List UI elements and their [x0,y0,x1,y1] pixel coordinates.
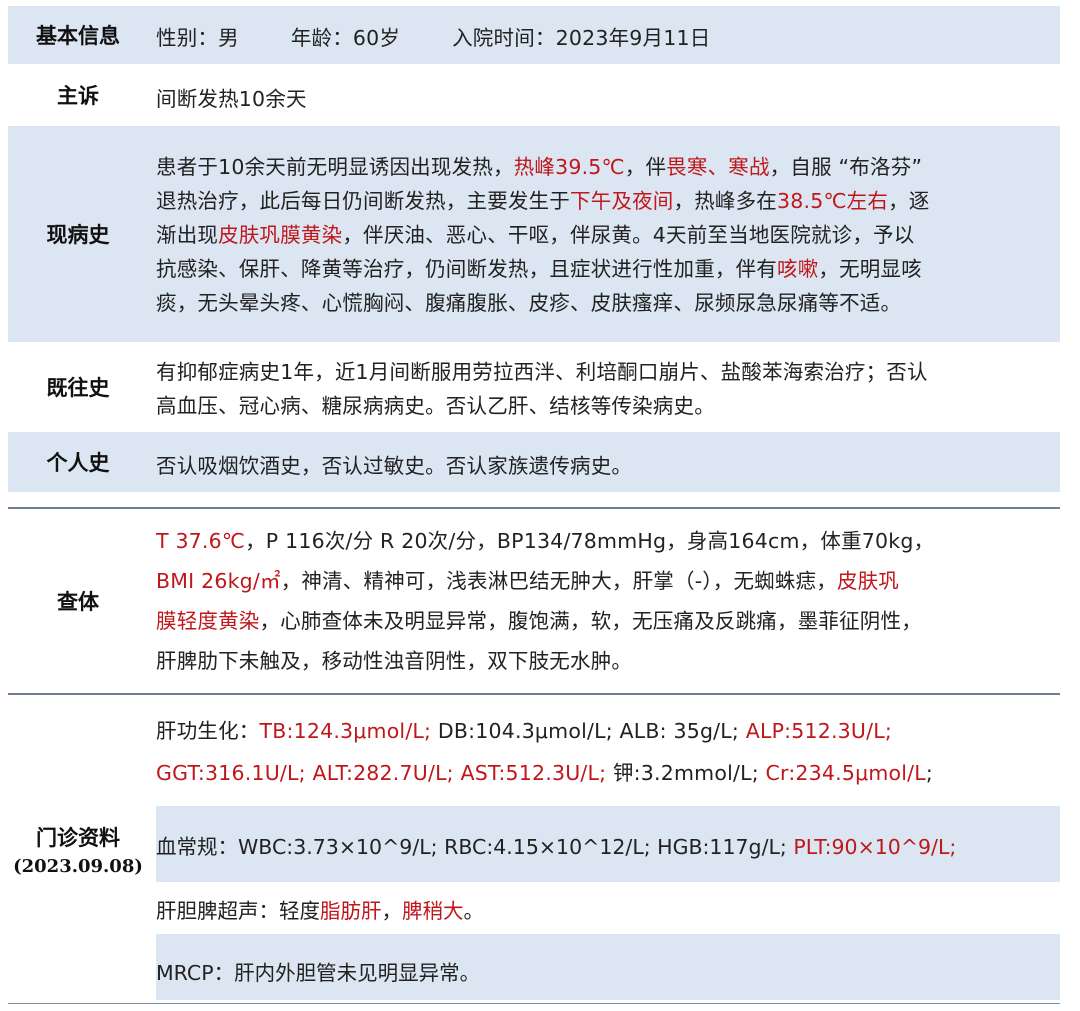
basic-info-row: 基本信息 性别：男 年龄：60岁 入院时间：2023年9月11日 [8,6,1060,64]
exam-line-4: 肝脾肋下未触及，移动性浊音阴性，双下肢无水肿。 [156,649,633,673]
basic-info-label: 基本信息 [36,24,120,48]
liver-line-1: 肝功生化：TB:124.3μmol/L; DB:104.3μmol/L; ALB… [156,719,892,743]
mrcp-block: MRCP：肝内外胆管未见明显异常。 [156,934,1060,1000]
liver-line-2: GGT:316.1U/L; ALT:282.7U/L; AST:512.3U/L… [156,761,933,785]
personal-history-label: 个人史 [46,451,110,475]
gender-text: 性别：男 [156,26,239,50]
chief-complaint-text: 间断发热10余天 [156,87,307,111]
past-history-content: 有抑郁症病史1年，近1月间断服用劳拉西泮、利培酮口崩片、盐酸苯海索治疗；否认 高… [156,355,1054,423]
physical-exam-label: 查体 [57,590,99,614]
ultrasound-line: 肝胆脾超声：轻度脂肪肝，脾稍大。 [156,899,484,923]
present-line-4: 抗感染、保肝、降黄等治疗，仍间断发热，且症状进行性加重，伴有咳嗽，无明显咳 [156,257,922,281]
present-line-1: 患者于10余天前无明显诱因出现发热，热峰39.5℃，伴畏寒、寒战，自服 “布洛芬… [156,155,923,179]
liver-function-block: 肝功生化：TB:124.3μmol/L; DB:104.3μmol/L; ALB… [156,710,1060,794]
present-illness-row: 现病史 患者于10余天前无明显诱因出现发热，热峰39.5℃，伴畏寒、寒战，自服 … [8,126,1060,342]
physical-exam-content: T 37.6℃，P 116次/分 R 20次/分，BP134/78mmHg，身高… [156,521,1054,681]
past-history-label: 既往史 [46,376,110,400]
outpatient-date: (2023.09.08) [13,855,143,877]
blood-routine-block: 血常规：WBC:3.73×10^9/L; RBC:4.15×10^12/L; H… [156,806,1060,882]
exam-line-2: BMI 26kg/㎡，神清、精神可，浅表淋巴结无肿大，肝掌（-），无蜘蛛痣，皮肤… [156,569,900,593]
ultrasound-block: 肝胆脾超声：轻度脂肪肝，脾稍大。 [156,882,1060,932]
chief-complaint-label: 主诉 [57,84,99,108]
personal-history-text: 否认吸烟饮酒史，否认过敏史。否认家族遗传病史。 [156,454,633,478]
divider-after-exam [8,693,1060,695]
present-line-2: 退热治疗，此后每日仍间断发热，主要发生于下午及夜间，热峰多在38.5℃左右，逐 [156,189,930,213]
blood-routine-line: 血常规：WBC:3.73×10^9/L; RBC:4.15×10^12/L; H… [156,835,957,859]
past-history-row: 既往史 有抑郁症病史1年，近1月间断服用劳拉西泮、利培酮口崩片、盐酸苯海索治疗；… [8,344,1060,430]
past-line-2: 高血压、冠心病、糖尿病病史。否认乙肝、结核等传染病史。 [156,394,715,418]
personal-history-row: 个人史 否认吸烟饮酒史，否认过敏史。否认家族遗传病史。 [8,432,1060,492]
physical-exam-row: 查体 T 37.6℃，P 116次/分 R 20次/分，BP134/78mmHg… [8,509,1060,693]
bottom-rule [8,1003,1060,1004]
past-line-1: 有抑郁症病史1年，近1月间断服用劳拉西泮、利培酮口崩片、盐酸苯海索治疗；否认 [156,360,928,384]
exam-line-3: 膜轻度黄染，心肺查体未及明显异常，腹饱满，软，无压痛及反跳痛，墨菲征阴性， [156,609,922,633]
exam-line-1: T 37.6℃，P 116次/分 R 20次/分，BP134/78mmHg，身高… [156,529,935,553]
mrcp-line: MRCP：肝内外胆管未见明显异常。 [156,961,481,985]
chief-complaint-row: 主诉 间断发热10余天 [8,66,1060,124]
age-text: 年龄：60岁 [290,26,401,50]
present-illness-content: 患者于10余天前无明显诱因出现发热，热峰39.5℃，伴畏寒、寒战，自服 “布洛芬… [156,150,1054,320]
present-line-3: 渐出现皮肤巩膜黄染，伴厌油、恶心、干呕，伴尿黄。4天前至当地医院就诊，予以 [156,223,915,247]
outpatient-title: 门诊资料 [36,825,120,850]
admit-date-text: 入院时间：2023年9月11日 [452,26,711,50]
present-line-5: 痰，无头晕头疼、心慌胸闷、腹痛腹胀、皮疹、皮肤瘙痒、尿频尿急尿痛等不适。 [156,291,902,315]
outpatient-row: 门诊资料 (2023.09.08) 肝功生化：TB:124.3μmol/L; D… [8,696,1060,1002]
outpatient-label: 门诊资料 (2023.09.08) [8,696,148,1002]
present-illness-label: 现病史 [46,223,110,247]
basic-info-content: 性别：男 年龄：60岁 入院时间：2023年9月11日 [156,21,1054,51]
